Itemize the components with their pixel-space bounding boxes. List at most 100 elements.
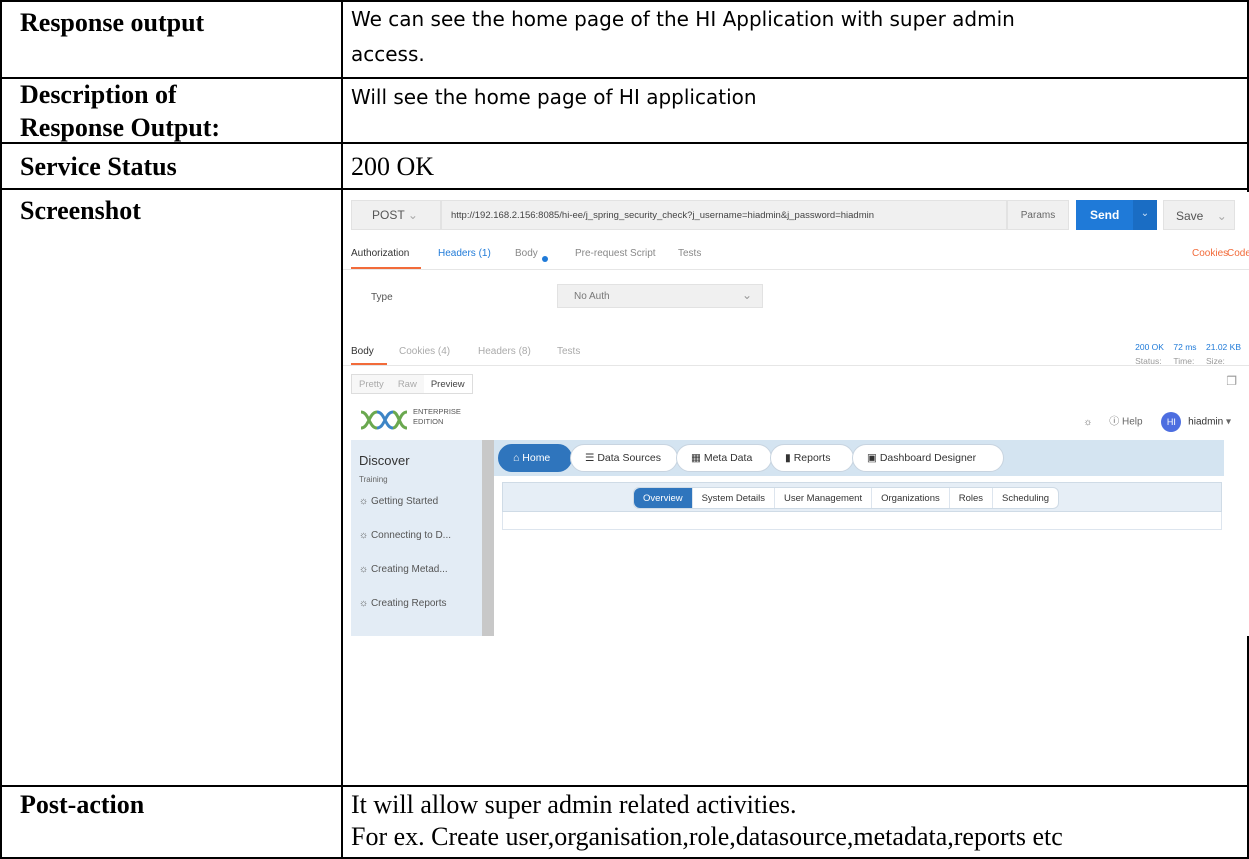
send-button[interactable]: Send	[1076, 200, 1133, 230]
sidebar-item-label: Creating Reports	[370, 598, 447, 609]
status-value: 200 OK	[1135, 342, 1164, 352]
nav-home-label: Home	[522, 452, 551, 464]
help-icon: ⓘ	[1109, 416, 1120, 428]
response-stats: Status: 200 OK Time: 72 ms Size: 21.02 K…	[1135, 342, 1241, 366]
table-border	[0, 0, 1249, 2]
tab-response-body[interactable]: Body	[351, 346, 374, 357]
tab-body[interactable]: Body	[515, 248, 548, 262]
hi-user-area: ☼ ⓘ Help HI hiadmin ▾	[1083, 412, 1231, 432]
response-output-line-1: We can see the home page of the HI Appli…	[351, 7, 1015, 31]
chevron-down-icon: ⌄	[407, 208, 418, 222]
main-nav: ⌂ Home ☰ Data Sources ▦ Meta Data ▮ Repo…	[494, 440, 1224, 476]
user-menu[interactable]: hiadmin	[1188, 417, 1223, 428]
dna-logo-icon	[360, 410, 408, 430]
method-value: POST	[372, 208, 405, 222]
row-label-screenshot: Screenshot	[20, 196, 141, 225]
database-icon: ☰	[585, 452, 598, 464]
nav-dashboard-designer-label: Dashboard Designer	[879, 452, 977, 464]
sidebar-item-label: Connecting to D...	[370, 530, 451, 541]
subtab-user-management[interactable]: User Management	[775, 488, 873, 508]
table-border	[0, 0, 2, 859]
subtab-roles[interactable]: Roles	[950, 488, 994, 508]
subtab-scheduling[interactable]: Scheduling	[993, 488, 1058, 508]
nav-data-sources[interactable]: ☰ Data Sources	[570, 444, 678, 472]
subtab-overview[interactable]: Overview	[634, 488, 693, 508]
row-divider	[0, 785, 1249, 787]
view-pretty[interactable]: Pretty	[352, 375, 391, 393]
size-value: 21.02 KB	[1206, 342, 1241, 352]
bulb-icon: ☼	[359, 598, 371, 609]
tab-headers[interactable]: Headers (1)	[438, 248, 491, 259]
nav-meta-data[interactable]: ▦ Meta Data	[676, 444, 772, 472]
request-tabs: Authorization Headers (1) Body Pre-reque…	[343, 240, 1249, 270]
auth-type-value: No Auth	[574, 291, 610, 302]
code-link[interactable]: Code	[1227, 248, 1249, 259]
service-status-value: 200 OK	[351, 152, 435, 181]
bar-chart-icon: ▮	[785, 452, 794, 464]
subtab-system-details[interactable]: System Details	[693, 488, 775, 508]
auth-type-select[interactable]: No Auth ⌄	[557, 284, 763, 308]
postman-screenshot: POST ⌄ http://192.168.2.156:8085/hi-ee/j…	[343, 192, 1249, 636]
discover-sidebar: Discover Training ☼ Getting Started ☼ Co…	[351, 440, 494, 636]
tab-pre-request-script[interactable]: Pre-request Script	[575, 248, 656, 259]
overview-content	[502, 512, 1222, 530]
row-label-description-line-1: Description of	[20, 80, 177, 109]
row-divider	[0, 77, 1249, 79]
table-icon: ▦	[691, 452, 704, 464]
request-bar: POST ⌄ http://192.168.2.156:8085/hi-ee/j…	[343, 192, 1249, 240]
tab-response-cookies[interactable]: Cookies (4)	[399, 346, 450, 357]
sidebar-item-connecting[interactable]: ☼ Connecting to D...	[359, 530, 451, 541]
tab-headers-label: Headers (1)	[438, 248, 491, 259]
size-label: Size:	[1206, 356, 1225, 366]
sidebar-title: Discover	[359, 453, 410, 468]
sidebar-item-creating-metadata[interactable]: ☼ Creating Metad...	[359, 564, 448, 575]
copy-icon[interactable]: ❐	[1226, 374, 1237, 388]
tab-response-headers[interactable]: Headers (8)	[478, 346, 531, 357]
sidebar-item-label: Getting Started	[370, 496, 439, 507]
nav-data-sources-label: Data Sources	[597, 452, 661, 464]
sidebar-scrollbar[interactable]	[482, 440, 494, 636]
bulb-icon: ☼	[359, 496, 371, 507]
caret-down-icon: ▾	[1225, 416, 1231, 428]
bulb-icon: ☼	[359, 564, 371, 575]
params-button[interactable]: Params	[1007, 200, 1069, 230]
post-action-line-2: For ex. Create user,organisation,role,da…	[351, 822, 1063, 851]
tab-response-headers-label: Headers (8)	[478, 346, 531, 357]
tab-authorization[interactable]: Authorization	[351, 248, 409, 259]
nav-dashboard-designer[interactable]: ▣ Dashboard Designer	[852, 444, 1004, 472]
tab-tests[interactable]: Tests	[678, 248, 701, 259]
time-label: Time:	[1173, 356, 1195, 366]
chevron-down-icon: ⌄	[741, 288, 752, 302]
avatar[interactable]: HI	[1161, 412, 1182, 432]
hi-app-header: ENTERPRISE EDITION ☼ ⓘ Help HI hiadmin ▾	[351, 400, 1241, 440]
sidebar-item-creating-reports[interactable]: ☼ Creating Reports	[359, 598, 447, 609]
bulb-icon: ☼	[359, 530, 371, 541]
sidebar-item-getting-started[interactable]: ☼ Getting Started	[359, 496, 438, 507]
status-label: Status:	[1135, 356, 1162, 366]
chevron-down-icon: ⌄	[1216, 209, 1227, 223]
bulb-icon[interactable]: ☼	[1083, 417, 1092, 428]
view-raw[interactable]: Raw	[391, 375, 424, 393]
view-preview[interactable]: Preview	[423, 375, 472, 393]
send-dropdown-icon[interactable]: ⌄	[1133, 200, 1157, 230]
sidebar-subtitle: Training	[359, 475, 388, 484]
post-action-line-1: It will allow super admin related activi…	[351, 790, 797, 819]
subtab-organizations[interactable]: Organizations	[872, 488, 950, 508]
nav-home[interactable]: ⌂ Home	[498, 444, 572, 472]
url-input[interactable]: http://192.168.2.156:8085/hi-ee/j_spring…	[441, 200, 1007, 230]
row-label-post-action: Post-action	[20, 790, 145, 819]
time-value: 72 ms	[1173, 342, 1197, 352]
cookies-link[interactable]: Cookies	[1192, 248, 1228, 259]
save-button[interactable]: Save ⌄	[1163, 200, 1235, 230]
tab-body-label: Body	[515, 248, 538, 259]
row-label-service-status: Service Status	[20, 152, 177, 181]
response-output-line-2: access.	[351, 42, 425, 66]
help-link[interactable]: Help	[1122, 417, 1143, 428]
method-select[interactable]: POST ⌄	[351, 200, 441, 230]
tab-response-cookies-label: Cookies (4)	[399, 346, 451, 357]
edition-label: ENTERPRISE EDITION	[413, 407, 461, 427]
tab-response-tests[interactable]: Tests	[557, 346, 580, 357]
nav-reports[interactable]: ▮ Reports	[770, 444, 854, 472]
edition-line-1: ENTERPRISE	[413, 407, 461, 416]
row-divider	[0, 188, 1249, 190]
